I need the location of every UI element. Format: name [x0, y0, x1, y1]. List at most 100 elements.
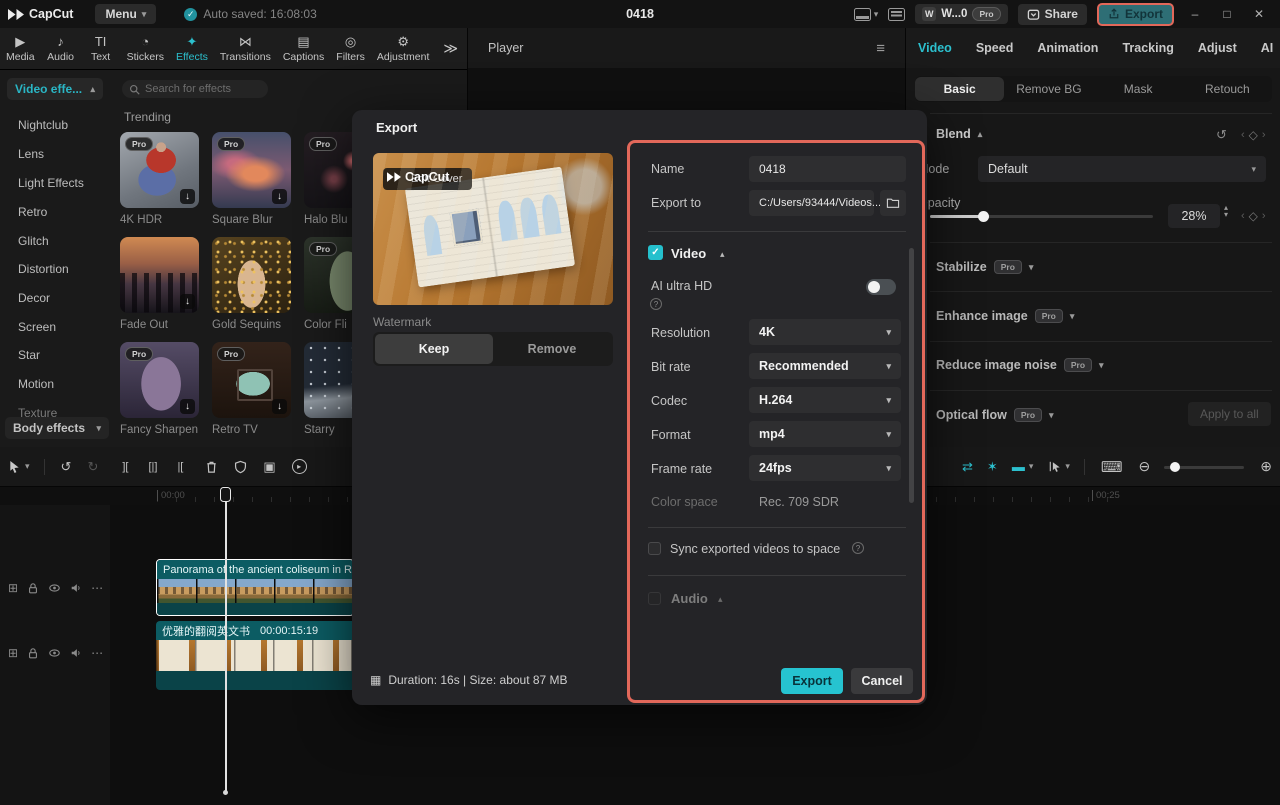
- keyframe-diamond-icon[interactable]: ◇: [1249, 128, 1258, 142]
- sync-checkbox[interactable]: [648, 542, 661, 555]
- preview-play-button[interactable]: ▸: [291, 459, 307, 474]
- keyframe-diamond-icon[interactable]: ◇: [1249, 209, 1258, 223]
- effect-card[interactable]: Pro ↓ Fancy Sharpen: [120, 342, 199, 436]
- sidebar-item-star[interactable]: Star: [18, 348, 40, 362]
- magnetic-snap-icon[interactable]: ✶: [987, 459, 998, 475]
- sidebar-item-distortion[interactable]: Distortion: [18, 262, 69, 276]
- minimize-button[interactable]: –: [1184, 7, 1206, 21]
- more-icon[interactable]: ⋯: [91, 581, 103, 595]
- format-select[interactable]: mp4 ▾: [749, 421, 901, 447]
- export-path-input[interactable]: C:/Users/93444/Videos...: [749, 190, 881, 216]
- tab-effects[interactable]: ✦ Effects: [170, 28, 214, 69]
- reset-icon[interactable]: ↺: [1216, 127, 1227, 143]
- effect-card[interactable]: Pro ↓ 4K HDR: [120, 132, 199, 226]
- tab-media[interactable]: ▶ Media: [0, 28, 41, 69]
- blend-section-header[interactable]: Blend ▴: [936, 127, 982, 141]
- effects-category-dropdown[interactable]: Video effe... ▴: [7, 78, 103, 100]
- video-checkbox[interactable]: ✓: [648, 245, 663, 260]
- lock-icon[interactable]: [27, 582, 39, 595]
- adjust-layout-icon[interactable]: [888, 7, 906, 21]
- split-left-icon[interactable]: ][: [122, 461, 128, 473]
- subtab-retouch[interactable]: Retouch: [1183, 77, 1272, 101]
- sidebar-item-light-effects[interactable]: Light Effects: [18, 176, 84, 190]
- tab-transitions[interactable]: ⋈ Transitions: [214, 28, 277, 69]
- effect-card[interactable]: Pro ↓ Retro TV: [212, 342, 291, 436]
- tab-ai[interactable]: AI: [1261, 41, 1274, 55]
- opacity-keyframe-nav[interactable]: ‹ ◇ ›: [1241, 209, 1266, 223]
- tab-filters[interactable]: ◎ Filters: [330, 28, 371, 69]
- dialog-scrollbar[interactable]: [909, 248, 914, 503]
- timeline-zoom-slider[interactable]: [1164, 460, 1245, 474]
- linking-button[interactable]: ▬ ▾: [1012, 459, 1034, 474]
- bitrate-select[interactable]: Recommended ▾: [749, 353, 901, 379]
- add-track-icon[interactable]: ⊞: [8, 646, 18, 660]
- cancel-button[interactable]: Cancel: [851, 668, 913, 694]
- overlap-icon[interactable]: ▣: [263, 459, 275, 475]
- split-right-icon[interactable]: |[: [177, 461, 183, 473]
- keyframe-next-icon[interactable]: ›: [1262, 129, 1266, 141]
- more-icon[interactable]: ⋯: [91, 646, 103, 660]
- menu-button[interactable]: Menu ▾: [95, 4, 157, 24]
- mask-button[interactable]: [234, 460, 247, 474]
- shortcut-keyboard-icon[interactable]: ⌨: [1101, 458, 1123, 476]
- subtab-mask[interactable]: Mask: [1094, 77, 1183, 101]
- add-track-icon[interactable]: ⊞: [8, 581, 18, 595]
- keyframe-prev-icon[interactable]: ‹: [1241, 129, 1245, 141]
- effect-card[interactable]: Pro ↓ Square Blur: [212, 132, 291, 226]
- layout-switch-button[interactable]: ▾: [853, 7, 878, 21]
- sidebar-item-glitch[interactable]: Glitch: [18, 234, 49, 248]
- speaker-icon[interactable]: [70, 582, 82, 594]
- tab-captions[interactable]: ▤ Captions: [277, 28, 330, 69]
- sidebar-item-retro[interactable]: Retro: [18, 205, 47, 219]
- export-button-top[interactable]: Export: [1096, 2, 1174, 26]
- tab-stickers[interactable]: ◔ Stickers: [121, 28, 170, 69]
- reduce-noise-section[interactable]: Reduce image noise Pro ▾: [936, 358, 1104, 372]
- edit-cover-button[interactable]: Edit Cover: [383, 168, 473, 190]
- effects-search[interactable]: [122, 80, 268, 98]
- tab-adjustment[interactable]: ⚙ Adjustment: [371, 28, 436, 69]
- blend-mode-select[interactable]: Default ▾: [978, 156, 1266, 182]
- keyframe-nav[interactable]: ‹ ◇ ›: [1241, 128, 1266, 142]
- player-menu-icon[interactable]: ≡: [876, 40, 885, 57]
- remove-watermark-button[interactable]: Remove: [493, 334, 611, 364]
- split-icon[interactable]: [|]: [148, 461, 157, 473]
- close-button[interactable]: ✕: [1248, 7, 1270, 21]
- apply-to-all-button[interactable]: Apply to all: [1188, 402, 1271, 426]
- opacity-value[interactable]: 28%: [1168, 204, 1220, 228]
- browse-folder-button[interactable]: [880, 190, 906, 216]
- tab-audio[interactable]: ♪ Audio: [41, 28, 81, 69]
- keep-watermark-button[interactable]: Keep: [375, 334, 493, 364]
- sidebar-item-lens[interactable]: Lens: [18, 147, 44, 161]
- opacity-slider-knob[interactable]: [978, 211, 989, 222]
- preview-select-button[interactable]: ▾: [1049, 460, 1070, 473]
- tab-adjust[interactable]: Adjust: [1198, 41, 1237, 55]
- subtab-remove-bg[interactable]: Remove BG: [1004, 77, 1093, 101]
- eye-icon[interactable]: [48, 582, 61, 594]
- search-input[interactable]: [145, 83, 255, 95]
- sidebar-item-decor[interactable]: Decor: [18, 291, 50, 305]
- playhead-handle[interactable]: [220, 487, 231, 502]
- maximize-button[interactable]: □: [1216, 7, 1238, 21]
- effect-card[interactable]: Gold Sequins: [212, 237, 291, 331]
- share-button[interactable]: Share: [1017, 3, 1087, 25]
- tab-tracking[interactable]: Tracking: [1122, 41, 1173, 55]
- name-input[interactable]: 0418: [749, 156, 906, 182]
- eye-icon[interactable]: [48, 647, 61, 659]
- subtab-basic[interactable]: Basic: [915, 77, 1005, 101]
- workspace-badge[interactable]: W W...0 Pro: [915, 4, 1008, 24]
- ai-ultra-hd-toggle[interactable]: [866, 279, 896, 295]
- sidebar-item-screen[interactable]: Screen: [18, 320, 56, 334]
- tab-text[interactable]: TI Text: [81, 28, 121, 69]
- export-confirm-button[interactable]: Export: [781, 668, 843, 694]
- audio-checkbox[interactable]: [648, 592, 661, 605]
- speaker-icon[interactable]: [70, 647, 82, 659]
- zoom-in-icon[interactable]: ⊕: [1260, 458, 1272, 475]
- ribbon-expand-icon[interactable]: ≫: [443, 40, 458, 57]
- undo-icon[interactable]: ↺: [61, 459, 72, 475]
- auto-ripple-icon[interactable]: ⇄: [962, 459, 973, 475]
- codec-select[interactable]: H.264 ▾: [749, 387, 901, 413]
- playhead-line[interactable]: [225, 487, 227, 792]
- body-effects-dropdown[interactable]: Body effects ▾: [5, 417, 109, 439]
- redo-icon[interactable]: ↻: [87, 459, 98, 475]
- sidebar-item-nightclub[interactable]: Nightclub: [18, 118, 68, 132]
